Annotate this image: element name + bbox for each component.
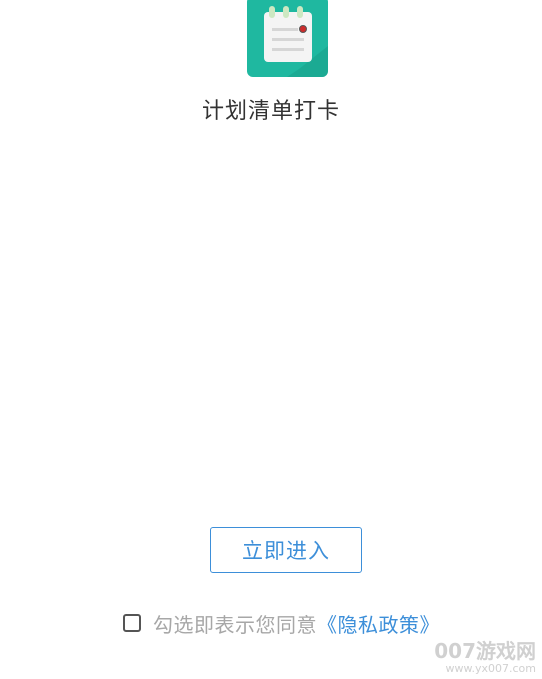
enter-button[interactable]: 立即进入 (210, 527, 362, 573)
privacy-consent-text: 勾选即表示您同意 (153, 612, 317, 637)
privacy-checkbox[interactable] (123, 614, 141, 632)
watermark-title: 007游戏网 (434, 639, 536, 663)
watermark: 007游戏网 www.yx007.com (434, 640, 536, 675)
privacy-policy-link[interactable]: 《隐私政策》 (317, 609, 440, 638)
privacy-consent-row: 勾选即表示您同意 《隐私政策》 (123, 609, 440, 637)
notepad-icon (264, 6, 328, 77)
app-icon (247, 0, 328, 77)
app-name: 计划清单打卡 (201, 99, 340, 124)
watermark-url: www.yx007.com (445, 662, 536, 675)
